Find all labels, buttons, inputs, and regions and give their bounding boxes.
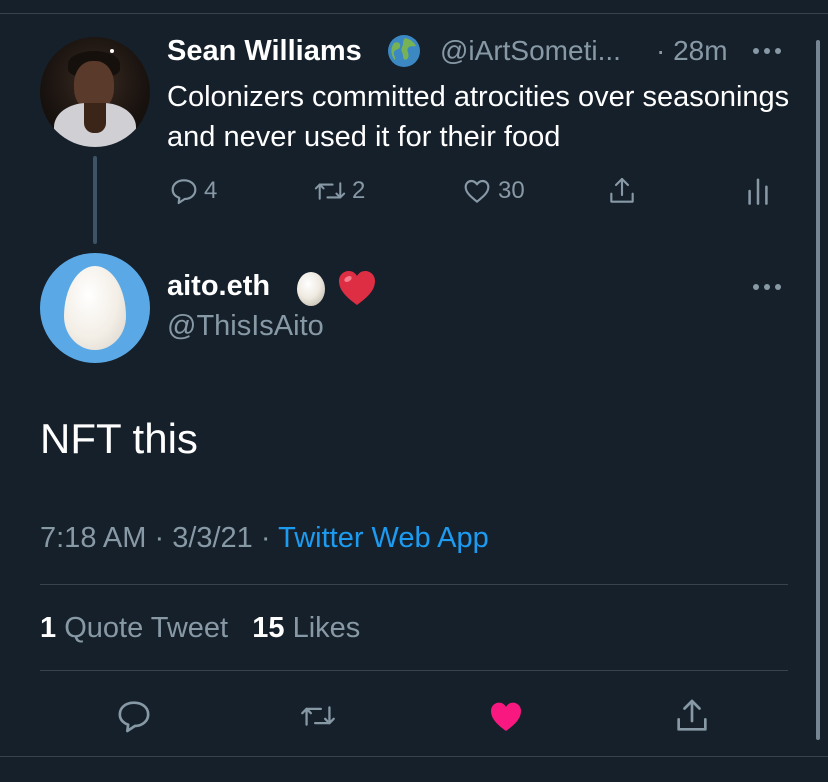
engagement-stats: 1 Quote Tweet 15 Likes bbox=[40, 608, 360, 648]
divider bbox=[40, 584, 788, 585]
quote-count: 1 bbox=[40, 612, 57, 644]
retweet-icon bbox=[314, 182, 346, 200]
parent-reply-count: 4 bbox=[204, 177, 218, 204]
retweet-icon bbox=[301, 706, 335, 726]
quote-label: Quote Tweet bbox=[64, 612, 229, 644]
parent-like-count: 30 bbox=[498, 177, 525, 204]
more-icon[interactable] bbox=[750, 282, 784, 292]
like-icon bbox=[464, 179, 490, 203]
parent-timestamp[interactable]: · 28m bbox=[656, 33, 728, 69]
reply-icon bbox=[118, 701, 150, 733]
main-author-name[interactable]: aito.eth bbox=[167, 268, 270, 304]
share-icon bbox=[677, 699, 707, 731]
more-icon[interactable] bbox=[750, 46, 784, 56]
tweet-date[interactable]: 3/3/21 bbox=[172, 522, 253, 554]
divider bbox=[40, 670, 788, 671]
avatar-sean-williams[interactable] bbox=[40, 37, 150, 147]
parent-share-button[interactable] bbox=[606, 174, 638, 208]
parent-author-name[interactable]: Sean Williams bbox=[167, 33, 362, 69]
quote-tweets-link[interactable]: 1 Quote Tweet bbox=[40, 612, 228, 644]
parent-author-handle[interactable]: @iArtSometi... bbox=[440, 33, 621, 69]
parent-tweet-text: Colonizers committed atrocities over sea… bbox=[167, 81, 790, 153]
meta-separator: · bbox=[252, 522, 279, 554]
share-button[interactable] bbox=[672, 696, 712, 736]
egg-emoji-icon bbox=[297, 272, 325, 306]
likes-label: Likes bbox=[292, 612, 361, 644]
main-tweet-text: NFT this bbox=[40, 415, 198, 462]
main-author-handle[interactable]: @ThisIsAito bbox=[167, 308, 324, 344]
reply-button[interactable] bbox=[114, 696, 154, 736]
tweet-metadata: 7:18 AM · 3/3/21 · Twitter Web App bbox=[40, 518, 489, 558]
reply-icon bbox=[171, 179, 197, 205]
meta-separator: · bbox=[146, 522, 173, 554]
parent-analytics-button[interactable] bbox=[744, 174, 772, 208]
like-button[interactable] bbox=[486, 696, 526, 736]
likes-link[interactable]: 15 Likes bbox=[252, 612, 360, 644]
analytics-icon bbox=[748, 178, 768, 205]
bottom-divider bbox=[0, 756, 828, 757]
avatar-neck bbox=[84, 103, 106, 133]
scrollbar[interactable] bbox=[816, 40, 820, 740]
tweet-time[interactable]: 7:18 AM bbox=[40, 522, 146, 554]
parent-retweet-count: 2 bbox=[352, 177, 366, 204]
like-count: 15 bbox=[252, 612, 285, 644]
parent-reply-button[interactable]: 4 bbox=[168, 174, 217, 208]
share-icon bbox=[610, 177, 634, 203]
retweet-button[interactable] bbox=[298, 696, 338, 736]
avatar-aito[interactable] bbox=[40, 253, 150, 363]
top-divider bbox=[0, 0, 828, 14]
avatar-egg bbox=[64, 266, 126, 350]
avatar-light bbox=[110, 49, 114, 53]
globe-emoji-icon bbox=[388, 35, 420, 67]
like-filled-icon bbox=[491, 702, 521, 731]
thread-connector bbox=[93, 156, 97, 244]
tweet-source-link[interactable]: Twitter Web App bbox=[278, 522, 489, 554]
parent-like-button[interactable]: 30 bbox=[460, 174, 525, 208]
parent-retweet-button[interactable]: 2 bbox=[312, 174, 365, 208]
red-heart-emoji-icon bbox=[339, 271, 375, 305]
